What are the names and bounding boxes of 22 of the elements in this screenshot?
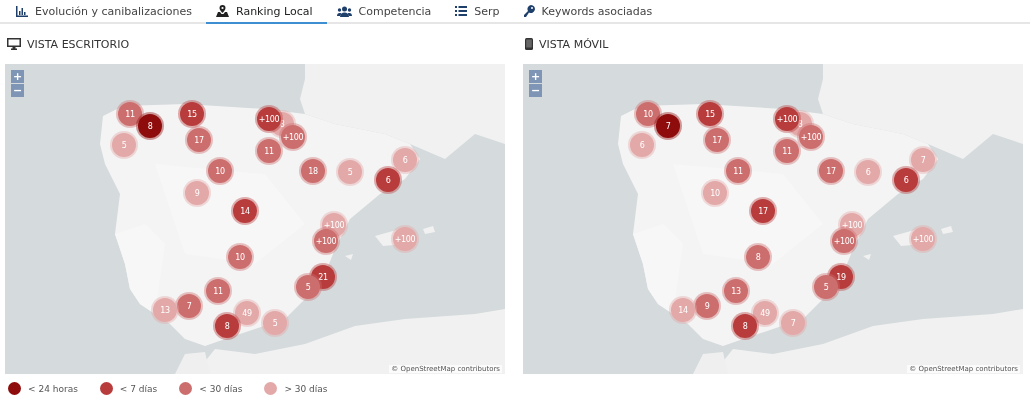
legend-label: > 30 días	[284, 383, 328, 394]
phone-icon	[525, 38, 533, 50]
zoom-out-button[interactable]: −	[11, 84, 24, 97]
legend-label: < 7 días	[119, 383, 158, 394]
users-icon	[336, 5, 352, 17]
zoom-in-button[interactable]: +	[529, 70, 542, 83]
panel-title: VISTA ESCRITORIO	[27, 37, 130, 51]
tab[interactable]: Evolución y canibalizaciones	[6, 0, 206, 24]
tab[interactable]: Keywords asociadas	[513, 0, 667, 24]
chart-icon	[16, 5, 28, 17]
legend-label: < 24 horas	[28, 383, 78, 394]
zoom-out-button[interactable]: −	[529, 84, 542, 97]
tab[interactable]: Competencia	[326, 0, 446, 24]
key-icon	[523, 5, 535, 17]
zoom-in-button[interactable]: +	[11, 70, 24, 83]
map-pin-icon	[216, 5, 229, 17]
panel-title: VISTA MÓVIL	[539, 37, 609, 51]
tab[interactable]: Ranking Local	[206, 0, 327, 24]
monitor-icon	[7, 38, 21, 50]
list-icon	[455, 6, 468, 16]
tab[interactable]: Serp	[445, 0, 514, 24]
legend-label: < 30 días	[199, 383, 243, 394]
